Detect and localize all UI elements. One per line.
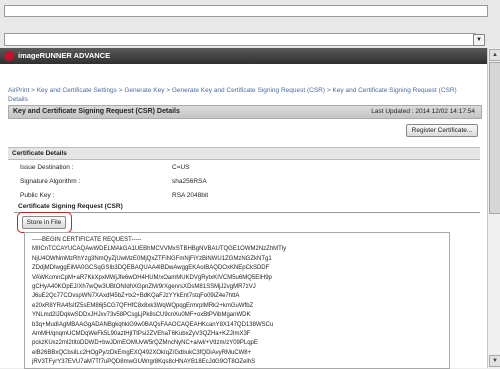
certificate-details-header: Certificate Details bbox=[8, 147, 480, 160]
vertical-scrollbar[interactable]: ▲ ▼ bbox=[487, 48, 500, 368]
last-updated: Last Updated : 2014 12/02 14:17:54 bbox=[371, 108, 475, 115]
page-title: Key and Certificate Signing Request (CSR… bbox=[13, 108, 180, 115]
field-label: Issue Destination : bbox=[20, 164, 74, 171]
canon-logo-icon bbox=[4, 51, 14, 61]
address-bar[interactable] bbox=[4, 5, 488, 17]
field-value: sha256RSA bbox=[172, 178, 207, 185]
csr-text-area[interactable]: -----BEGIN CERTIFICATE REQUEST----- MIICn… bbox=[24, 232, 450, 369]
csr-header: Certificate Signing Request (CSR) bbox=[14, 203, 480, 213]
csr-line: YNLmd2lJDqkwSDDxJHJxv73v58PCsgLjPk8sCU9c… bbox=[32, 312, 251, 319]
store-in-file-button[interactable]: Store in File bbox=[22, 216, 66, 229]
csr-line: pckzKUxz2ml2tItoDDWD+bwJDmEOMUvW5rQZMncN… bbox=[32, 340, 258, 347]
field-label: Signature Algorithm : bbox=[20, 178, 81, 185]
field-value: C=US bbox=[172, 164, 190, 171]
csr-line: e20xR8YRA4fsIfZ5sEM86j5CG7QFHfC8x8xk3WqW… bbox=[32, 302, 254, 309]
field-label: Public Key : bbox=[20, 192, 55, 199]
app-header: imageRUNNER ADVANCE bbox=[0, 48, 487, 64]
csr-line: ZDdjMDIwggEiMA0GCSqGSIb3DQEBAQUAA4IBDwAw… bbox=[32, 265, 270, 272]
section-title: Certificate Signing Request (CSR) bbox=[18, 203, 123, 210]
scroll-up-icon[interactable]: ▲ bbox=[489, 49, 500, 61]
csr-line: MIICnTCCAYUCAQAwWDELMAkGA1UEBhMCVVMxSTBH… bbox=[32, 246, 287, 253]
url-field[interactable] bbox=[4, 33, 476, 46]
section-title: Certificate Details bbox=[12, 150, 67, 157]
csr-line: b3q+MudIAgMBAAGgADANBgkqhkiG9w0BAQsFAAOC… bbox=[32, 321, 274, 328]
scroll-thumb[interactable] bbox=[489, 62, 500, 214]
csr-line: jRV3TFyrY37EVU7aM7Tf7uPQD8mwGUWrgr8Kqs8c… bbox=[32, 359, 256, 366]
csr-line: VAWKcmnCpM+aR7KkXpxMWjJfe6wOH4HUM/xOamMU… bbox=[32, 274, 272, 281]
field-value: RSA 2048bit bbox=[172, 192, 209, 199]
csr-line: NjU4OWNmMzRhYzg3NmQyZjUwMzE0MjQxZTFiNGFm… bbox=[32, 255, 272, 262]
csr-line: -----BEGIN CERTIFICATE REQUEST----- bbox=[32, 237, 142, 243]
dropdown-icon[interactable]: ▼ bbox=[473, 34, 485, 46]
main-content: AirPrint > Key and Certificate Settings … bbox=[0, 64, 487, 369]
csr-line: gCHyA40KOpEJ/Xh7wQw3UBtONIdhXGpnZM/9rXge… bbox=[32, 284, 256, 291]
breadcrumb[interactable]: AirPrint > Key and Certificate Settings … bbox=[8, 86, 478, 104]
csr-text: -----BEGIN CERTIFICATE REQUEST----- MIICn… bbox=[32, 236, 287, 368]
csr-line: J6uE2Qc77COvspWN7XAxdf45bZ+tx2+BdKQaFJzY… bbox=[32, 293, 240, 300]
browser-toolbar: ▼ bbox=[0, 0, 500, 48]
app-name: imageRUNNER ADVANCE bbox=[18, 51, 111, 60]
page-title-bar: Key and Certificate Signing Request (CSR… bbox=[8, 105, 482, 119]
scroll-down-icon[interactable]: ▼ bbox=[489, 355, 500, 367]
csr-line: AmMH/qnqmUCMDqWeFk5L90aztHjtTtPsi2ZVEhaT… bbox=[32, 331, 251, 338]
csr-line: elB26BBxQCbsilLc2HOgPy/zDkEmgEXQ492XOkIq… bbox=[32, 349, 252, 356]
register-certificate-button[interactable]: Register Certificate... bbox=[406, 124, 478, 137]
